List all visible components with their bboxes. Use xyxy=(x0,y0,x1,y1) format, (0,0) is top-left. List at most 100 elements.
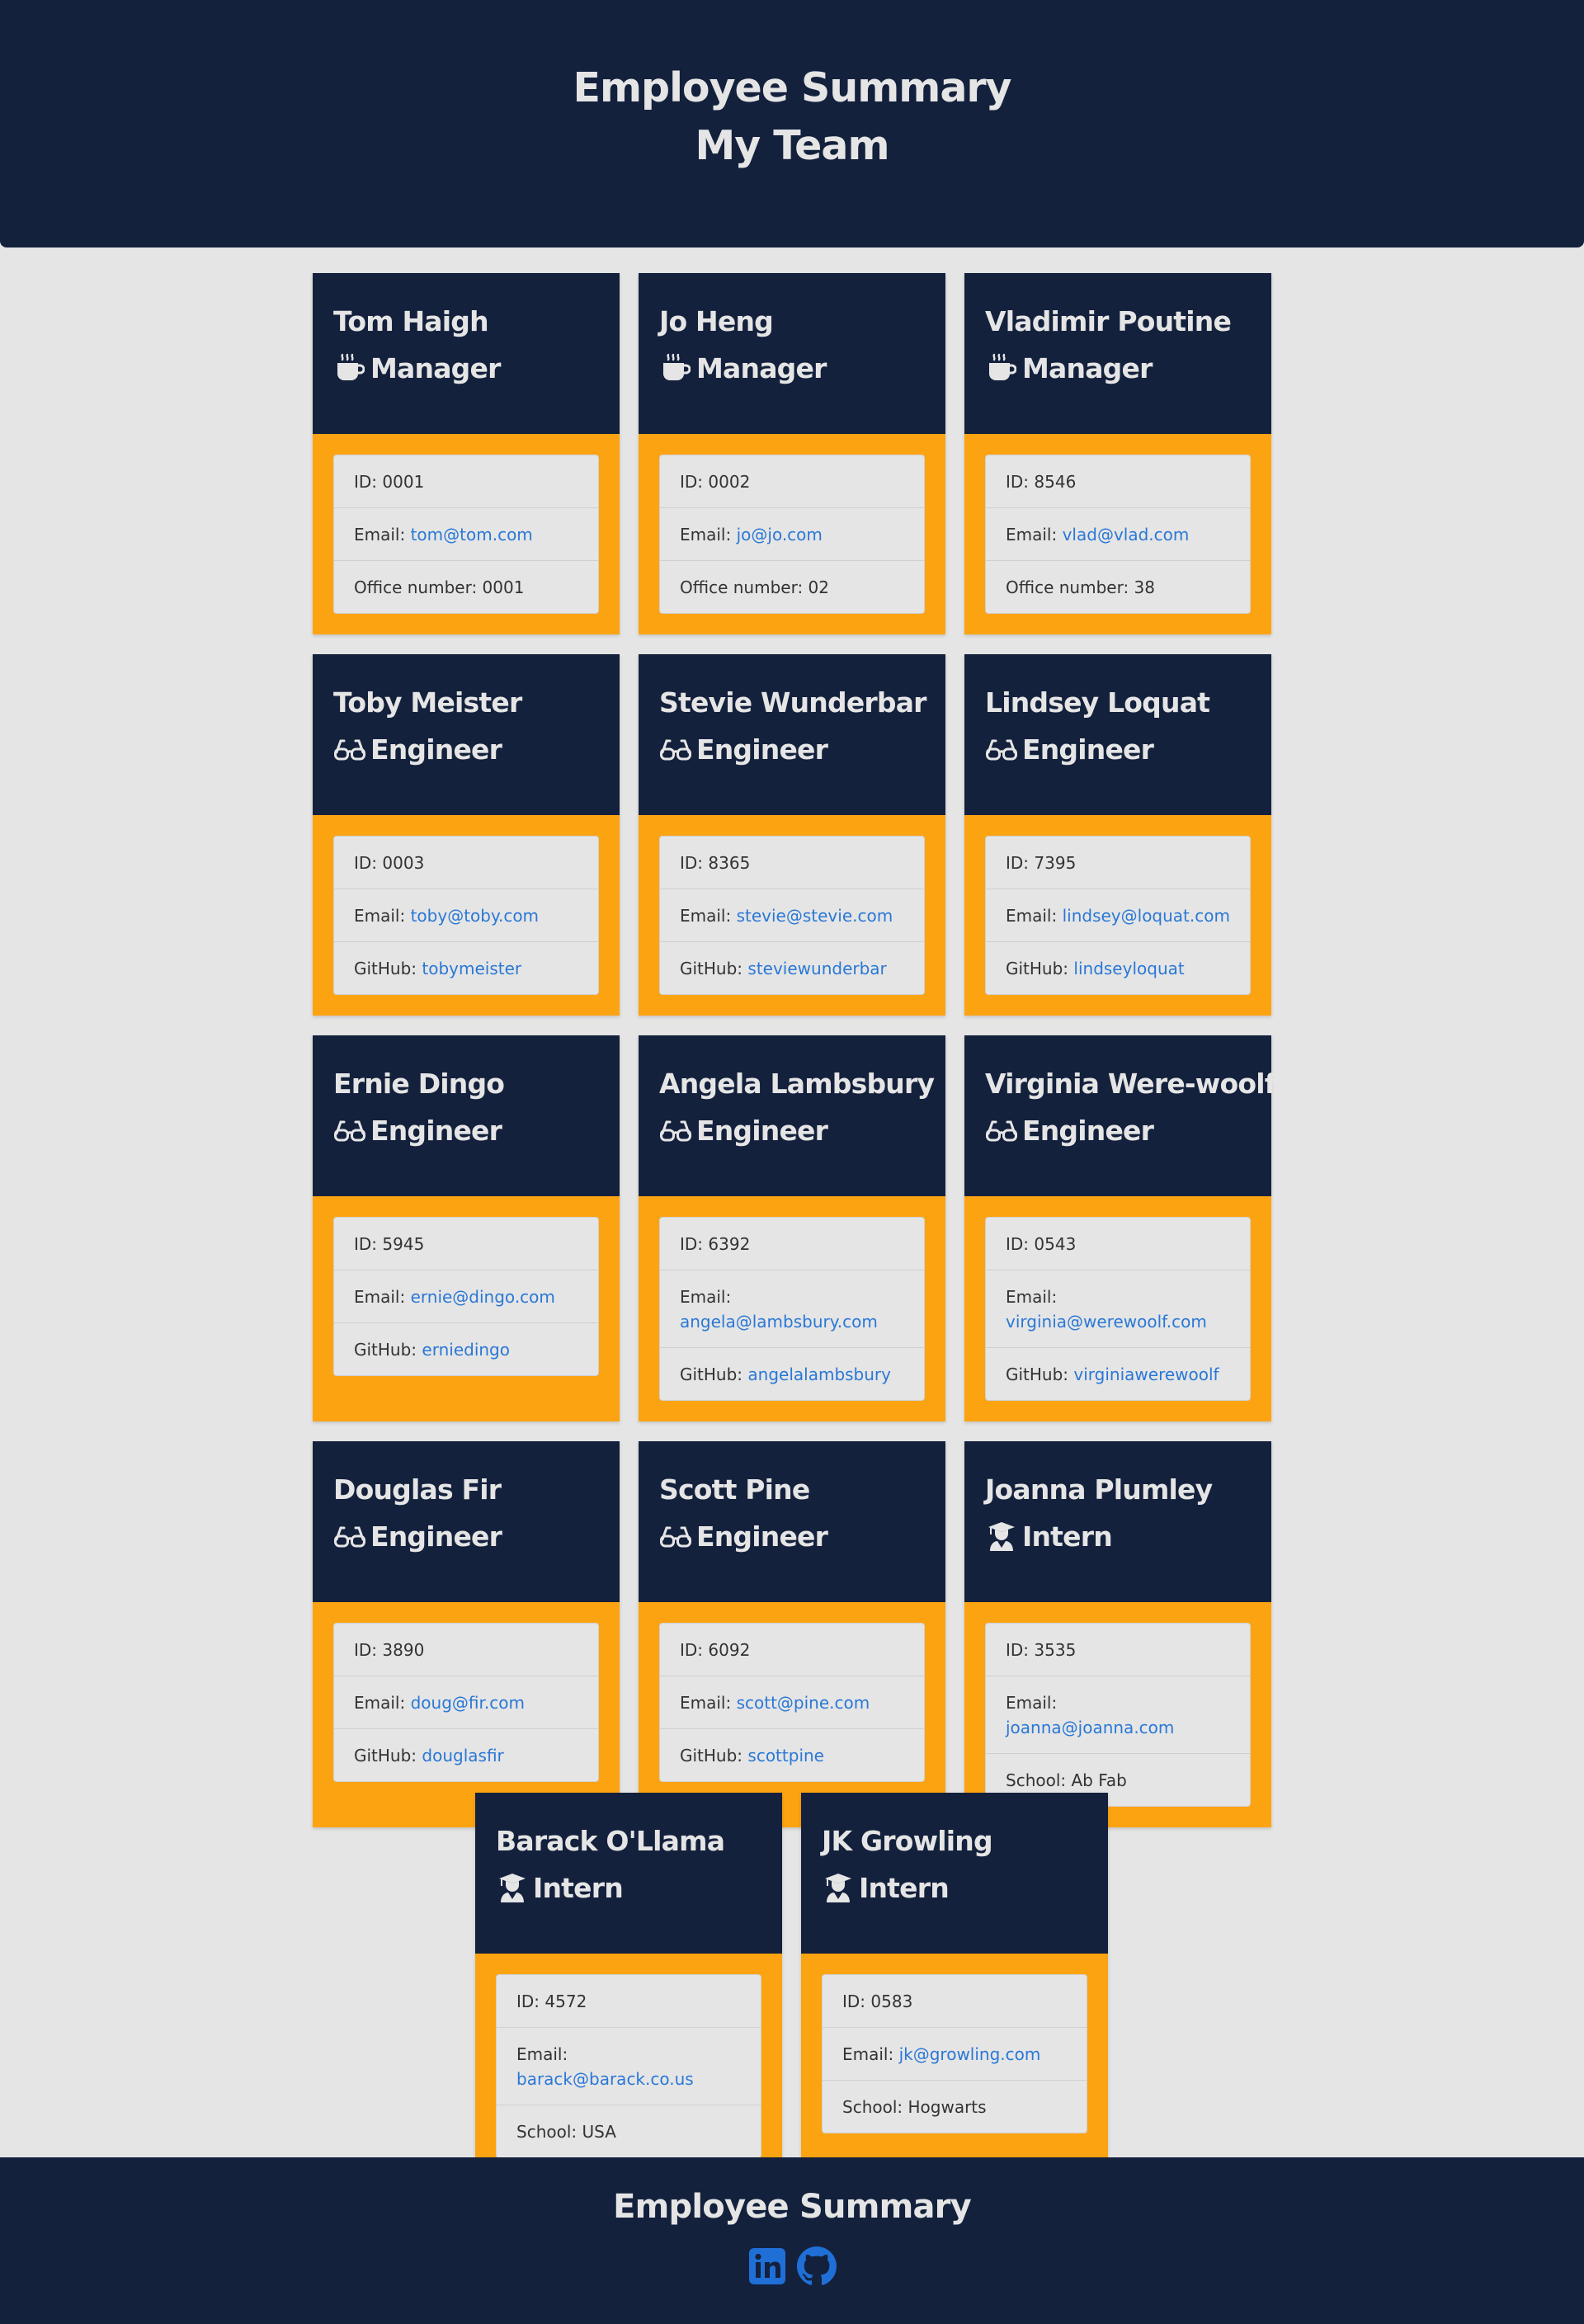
email-link[interactable]: angela@lambsbury.com xyxy=(680,1312,878,1332)
github-link[interactable]: scottpine xyxy=(747,1746,824,1765)
email-link[interactable]: jo@jo.com xyxy=(737,525,823,544)
card-header: Tom Haigh Manager xyxy=(313,273,620,434)
card-header: Douglas Fir Engineer xyxy=(313,1441,620,1602)
employee-role: Engineer xyxy=(333,733,600,767)
github-label: GitHub: xyxy=(1006,1365,1074,1384)
card-header: Ernie Dingo Engineer xyxy=(313,1035,620,1196)
email-link[interactable]: vlad@vlad.com xyxy=(1063,525,1190,544)
email-row: Email: jk@growling.com xyxy=(823,2027,1087,2080)
id-label: ID: xyxy=(680,1640,709,1660)
github-link[interactable]: erniedingo xyxy=(422,1340,510,1360)
office-value: 38 xyxy=(1134,577,1155,597)
github-row: GitHub: steviewunderbar xyxy=(660,941,924,994)
email-link[interactable]: virginia@werewoolf.com xyxy=(1006,1312,1207,1332)
email-row: Email: toby@toby.com xyxy=(334,889,598,941)
employee-name: Virginia Were-woolf xyxy=(985,1068,1276,1100)
id-label: ID: xyxy=(354,853,383,873)
github-label: GitHub: xyxy=(680,1365,748,1384)
email-row: Email: vlad@vlad.com xyxy=(986,507,1250,560)
email-label: Email: xyxy=(1006,1287,1058,1307)
github-label: GitHub: xyxy=(1006,959,1074,978)
employee-card: Tom Haigh Manager ID: 0001 Email: tom@tom.c… xyxy=(313,273,620,634)
id-label: ID: xyxy=(354,1640,383,1660)
employee-role: Engineer xyxy=(333,1520,600,1554)
github-link[interactable] xyxy=(797,2246,837,2286)
email-link[interactable]: toby@toby.com xyxy=(411,906,539,926)
employee-card: Jo Heng Manager ID: 0002 Email: jo@jo.com Of… xyxy=(639,273,945,634)
email-link[interactable]: barack@barack.co.us xyxy=(516,2069,694,2089)
github-link[interactable]: virginiawerewoolf xyxy=(1073,1365,1219,1384)
employee-card: Douglas Fir Engineer ID: 3890 Email: doug@f… xyxy=(313,1441,620,1827)
page-footer: Employee Summary xyxy=(0,2157,1584,2324)
id-row: ID: 6092 xyxy=(660,1624,924,1676)
email-link[interactable]: jk@growling.com xyxy=(899,2044,1041,2064)
employee-name: Angela Lambsbury xyxy=(659,1068,935,1100)
github-row: GitHub: lindseyloquat xyxy=(986,941,1250,994)
email-link[interactable]: scott@pine.com xyxy=(737,1693,870,1713)
email-link[interactable]: ernie@dingo.com xyxy=(411,1287,555,1307)
employee-role: Engineer xyxy=(659,1114,926,1148)
card-body: ID: 5945 Email: ernie@dingo.com GitHub: er… xyxy=(313,1196,620,1421)
employee-card: Joanna Plumley Intern ID: 3535 Email: joann… xyxy=(964,1441,1271,1827)
page-title: Employee Summary xyxy=(573,64,1012,111)
github-link[interactable]: lindseyloquat xyxy=(1073,959,1184,978)
coffee-mug-icon xyxy=(333,352,366,385)
card-body: ID: 0583 Email: jk@growling.com School: Ho… xyxy=(801,1954,1108,2179)
email-link[interactable]: doug@fir.com xyxy=(411,1693,525,1713)
office-value: 02 xyxy=(808,577,829,597)
id-row: ID: 6392 xyxy=(660,1218,924,1270)
coffee-mug-icon xyxy=(659,352,692,385)
employee-role-label: Engineer xyxy=(696,1520,828,1553)
github-row: GitHub: douglasfir xyxy=(334,1728,598,1781)
card-body: ID: 0002 Email: jo@jo.com Office number: 0… xyxy=(639,434,945,634)
id-value: 8546 xyxy=(1034,472,1077,492)
info-list: ID: 7395 Email: lindsey@loquat.com GitHub:… xyxy=(985,836,1251,995)
id-value: 3890 xyxy=(382,1640,425,1660)
id-label: ID: xyxy=(1006,472,1035,492)
github-link[interactable]: angelalambsbury xyxy=(747,1365,891,1384)
email-link[interactable]: joanna@joanna.com xyxy=(1006,1718,1174,1737)
id-value: 8365 xyxy=(708,853,751,873)
id-row: ID: 0001 xyxy=(334,455,598,507)
employee-role: Intern xyxy=(985,1520,1252,1554)
id-value: 6392 xyxy=(708,1234,751,1254)
email-row: Email: angela@lambsbury.com xyxy=(660,1270,924,1347)
school-label: School: xyxy=(1006,1770,1072,1790)
office-number-row: Office number: 02 xyxy=(660,560,924,613)
id-label: ID: xyxy=(1006,1640,1035,1660)
info-list: ID: 6092 Email: scott@pine.com GitHub: sco… xyxy=(659,1623,925,1782)
page-header: Employee Summary My Team xyxy=(0,0,1584,247)
employee-role-label: Manager xyxy=(1022,352,1153,384)
email-link[interactable]: stevie@stevie.com xyxy=(737,906,893,926)
github-link[interactable]: steviewunderbar xyxy=(747,959,886,978)
id-value: 0543 xyxy=(1034,1234,1077,1254)
graduate-icon xyxy=(822,1872,855,1905)
email-label: Email: xyxy=(354,906,411,926)
office-label: Office number: xyxy=(1006,577,1134,597)
card-header: Toby Meister Engineer xyxy=(313,654,620,815)
info-list: ID: 6392 Email: angela@lambsbury.com GitHu… xyxy=(659,1217,925,1401)
employee-role-label: Engineer xyxy=(370,1520,502,1553)
employee-card: Angela Lambsbury Engineer ID: 6392 Email: a… xyxy=(639,1035,945,1421)
employee-role: Intern xyxy=(822,1871,1088,1906)
employee-role-label: Engineer xyxy=(1022,1115,1154,1147)
email-link[interactable]: lindsey@loquat.com xyxy=(1063,906,1230,926)
email-link[interactable]: tom@tom.com xyxy=(411,525,533,544)
employee-role: Engineer xyxy=(985,1114,1252,1148)
card-header: Barack O'Llama Intern xyxy=(475,1793,782,1954)
glasses-icon xyxy=(985,733,1018,766)
card-body: ID: 7395 Email: lindsey@loquat.com GitHub:… xyxy=(964,815,1271,1016)
employee-role-label: Intern xyxy=(1022,1520,1113,1553)
card-last-row: Barack O'Llama Intern ID: 4572 Email: barac… xyxy=(475,1793,1108,2179)
office-number-row: Office number: 38 xyxy=(986,560,1250,613)
github-row: GitHub: tobymeister xyxy=(334,941,598,994)
id-label: ID: xyxy=(354,1234,383,1254)
github-link[interactable]: tobymeister xyxy=(422,959,521,978)
github-link[interactable]: douglasfir xyxy=(422,1746,503,1765)
card-body: ID: 0001 Email: tom@tom.com Office number:… xyxy=(313,434,620,634)
id-value: 4572 xyxy=(544,1992,587,2011)
employee-role: Engineer xyxy=(985,733,1252,767)
linkedin-link[interactable] xyxy=(747,2246,787,2286)
info-list: ID: 8546 Email: vlad@vlad.com Office numbe… xyxy=(985,455,1251,614)
card-header: Virginia Were-woolf Engineer xyxy=(964,1035,1276,1196)
